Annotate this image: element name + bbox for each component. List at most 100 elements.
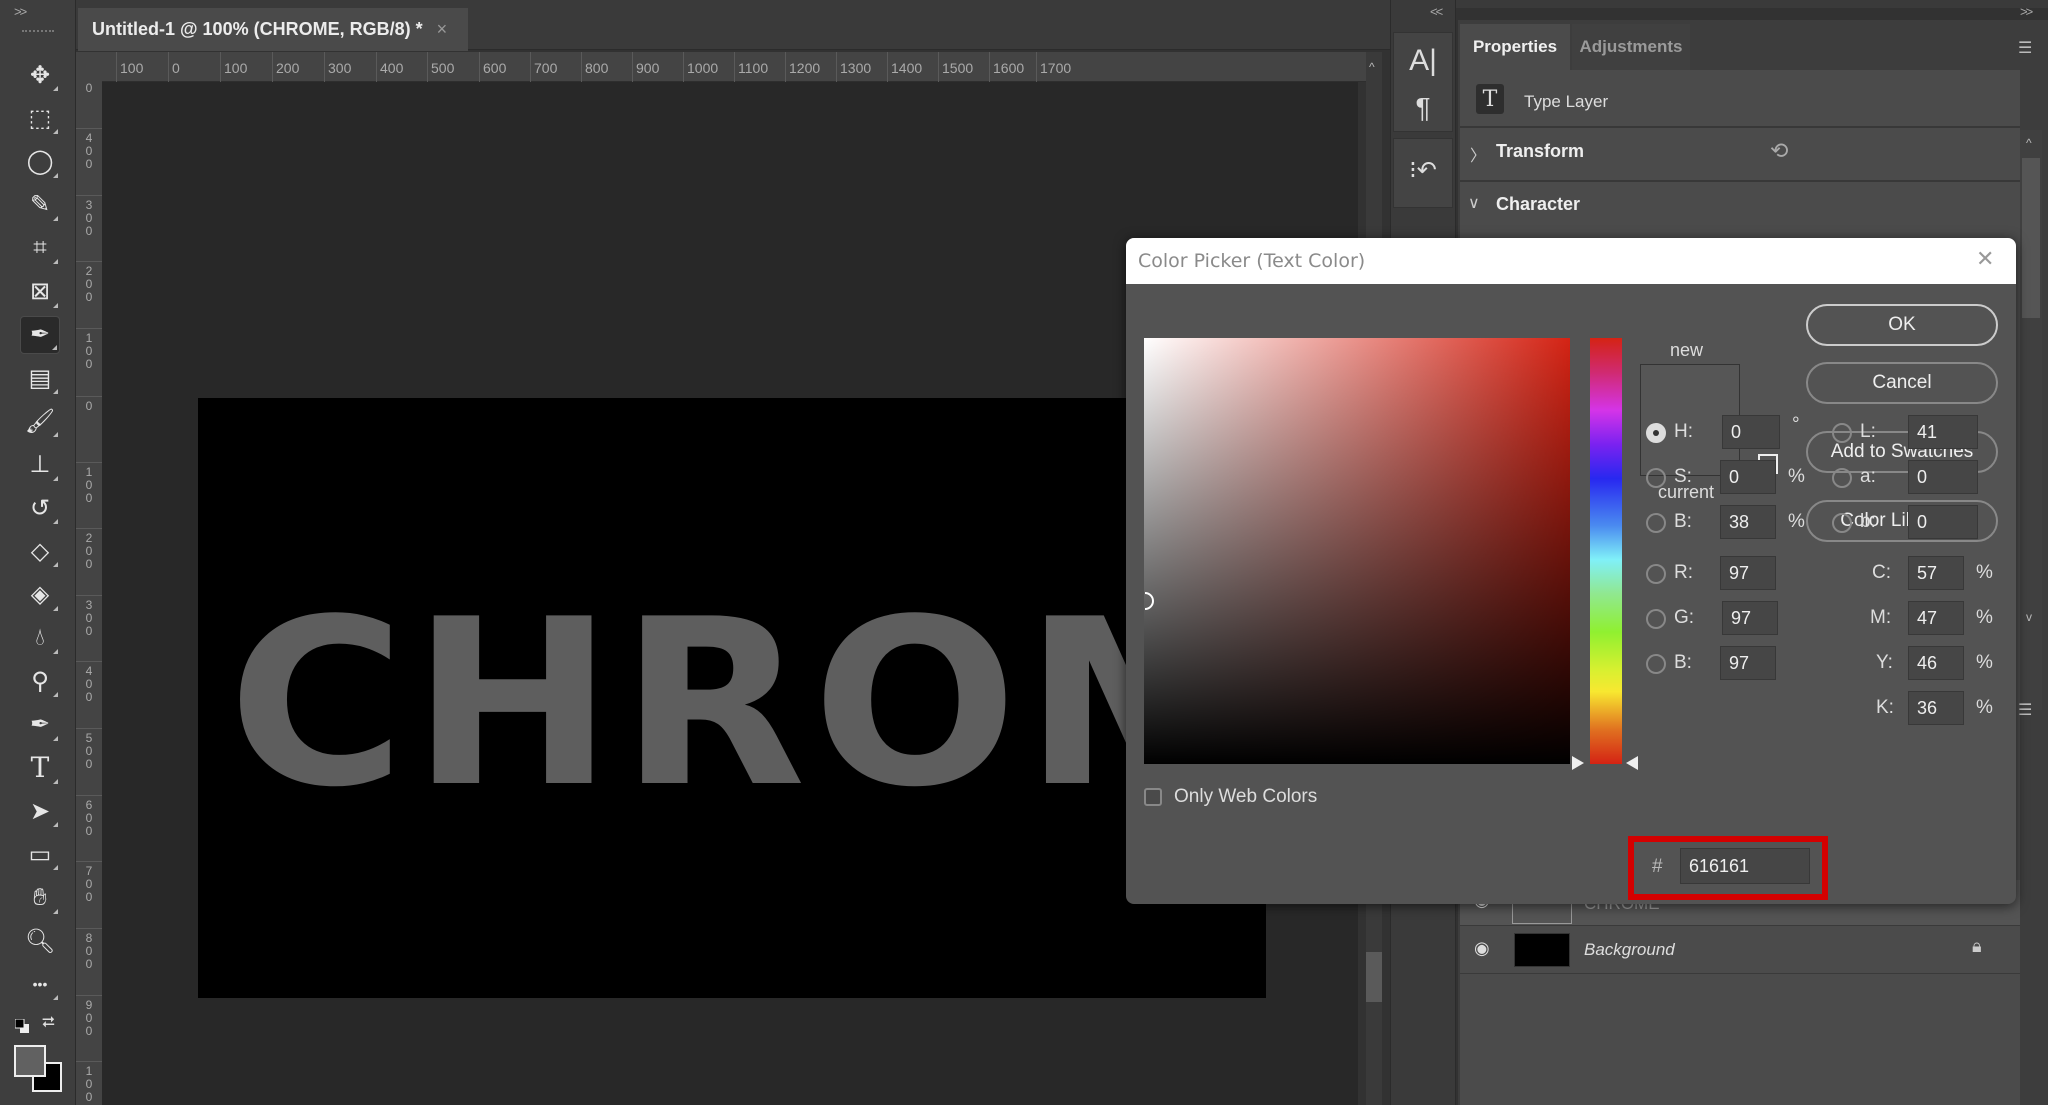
saturation-brightness-field[interactable] [1144,338,1570,764]
tab-properties[interactable]: Properties [1460,24,1570,70]
foreground-color-swatch[interactable] [14,1045,46,1077]
character-panel-icon[interactable]: A| [1408,44,1438,78]
radio-r[interactable] [1646,564,1666,584]
flyout-indicator [53,129,58,135]
radio-g[interactable] [1646,609,1666,629]
color-marker[interactable] [1145,592,1154,610]
scrollbar-thumb[interactable] [1366,952,1382,1002]
ruler-label: 100 [224,60,248,76]
radio-s[interactable] [1646,468,1666,488]
collapse-dock-icon[interactable]: << [1430,4,1443,19]
close-tab-icon[interactable]: × [437,19,448,40]
toolbar-grip[interactable] [22,30,54,34]
chevron-down-icon[interactable]: ∨ [1468,193,1480,213]
chevron-right-icon[interactable]: 〉 [1470,142,1486,166]
hue-slider-handle-left[interactable] [1572,756,1584,770]
tool-rectangle[interactable]: ▭ [20,835,60,873]
transform-section-label[interactable]: Transform [1496,141,1584,162]
paragraph-panel-icon[interactable]: ¶ [1408,92,1438,124]
layers-panel-menu-icon[interactable]: ☰ [2018,700,2032,720]
tab-adjustments[interactable]: Adjustments [1572,24,1690,70]
tool-rotate-view[interactable]: ✋︎ [20,879,60,917]
field-input-s[interactable]: 0 [1720,460,1776,494]
ruler-tick [530,52,531,82]
field-input-h[interactable]: 0 [1722,415,1780,449]
field-input-l[interactable]: 41 [1908,415,1978,449]
radio-a[interactable] [1832,468,1852,488]
tool-clone-stamp[interactable]: ⊥ [20,446,60,484]
lock-icon[interactable]: 🔒︎ [1972,936,1982,957]
panel-menu-icon[interactable]: ☰ [2018,38,2032,58]
radio-b[interactable] [1832,513,1852,533]
ok-button[interactable]: OK [1806,304,1998,346]
tool-eyedropper[interactable]: ✒ [20,315,60,354]
tool-type[interactable]: T [20,749,60,787]
collapse-panel-icon[interactable]: >> [2020,4,2033,19]
field-input-bc[interactable]: 97 [1720,646,1776,680]
tool-path-selection[interactable]: ➤ [20,792,60,830]
flyout-indicator [53,562,58,568]
radio-h[interactable] [1646,423,1666,443]
scroll-up-icon[interactable]: ^ [2026,136,2032,150]
tool-paint-bucket[interactable]: ◈ [20,576,60,614]
tool-move[interactable]: ✥ [20,56,60,94]
tool-rectangular-marquee[interactable]: ⬚ [20,99,60,137]
tool-blur[interactable]: 💧︎ [20,619,60,657]
vertical-ruler[interactable]: 0 400 300 200 100 0 100 200 300 400 500 600 700 800 90… [76,78,102,1105]
flyout-indicator [53,692,58,698]
canvas-type-layer-text[interactable]: CHROM [228,590,1270,820]
field-input-m[interactable]: 47 [1908,601,1964,635]
history-panel-icon[interactable]: ⁝↶ [1408,156,1438,185]
reset-transform-icon[interactable]: ⟲ [1770,138,1788,164]
only-web-colors-checkbox[interactable] [1144,788,1162,806]
hue-slider[interactable] [1590,338,1622,764]
hex-field-highlight [1628,836,1828,900]
scroll-up-icon[interactable]: ^ [1369,60,1375,74]
tool-lasso[interactable]: ◯ [20,143,60,181]
tool-edit-toolbar[interactable]: ••• [20,965,60,1003]
default-colors-icon[interactable] [14,1018,29,1033]
close-icon[interactable]: ✕ [1976,246,1994,272]
radio-l[interactable] [1832,423,1852,443]
field-input-r[interactable]: 97 [1720,556,1776,590]
field-input-a[interactable]: 0 [1908,460,1978,494]
properties-scrollbar[interactable]: ^ v [2020,130,2042,710]
ruler-origin[interactable] [76,52,102,82]
field-input-b[interactable]: 0 [1908,505,1978,539]
tool-spot-healing[interactable]: ▤ [20,359,60,397]
field-input-g[interactable]: 97 [1722,601,1778,635]
path-selection-icon: ➤ [29,797,51,825]
dialog-title-bar[interactable]: Color Picker (Text Color) [1126,238,2016,284]
field-input-k[interactable]: 36 [1908,691,1964,725]
document-tab[interactable]: Untitled-1 @ 100% (CHROME, RGB/8) * × [78,8,468,51]
tool-history-brush[interactable]: ↺ [20,489,60,527]
hue-slider-handle-right[interactable] [1626,756,1638,770]
tool-zoom[interactable]: 🔍︎ [20,922,60,960]
field-input-y[interactable]: 46 [1908,646,1964,680]
radio-bv[interactable] [1646,513,1666,533]
horizontal-ruler[interactable]: 100 0 100 200 300 400 500 600 700 800 900 1000 1100 1… [76,52,1366,82]
tool-crop[interactable]: ⌗ [20,229,60,267]
tool-pen[interactable]: ✒ [20,706,60,744]
tool-dodge[interactable]: ⚲ [20,662,60,700]
scrollbar-thumb[interactable] [2022,158,2040,318]
visibility-eye-icon[interactable]: ◉ [1474,938,1490,959]
tool-brush[interactable]: 🖌︎ [20,402,60,440]
character-section-label[interactable]: Character [1496,194,1580,215]
swap-colors-icon[interactable]: ⮂ [42,1014,55,1032]
tool-eraser[interactable]: ◇ [20,532,60,570]
tool-quick-selection[interactable]: ✎ [20,186,60,224]
frame-icon: ⊠ [29,278,51,305]
cancel-button[interactable]: Cancel [1806,362,1998,404]
ruler-label: 700 [85,864,93,904]
field-input-c[interactable]: 57 [1908,556,1964,590]
only-web-colors-label[interactable]: Only Web Colors [1174,786,1317,808]
layer-name[interactable]: Background [1584,940,1675,960]
paint-bucket-icon: ◈ [30,581,50,609]
collapse-toolbar-icon[interactable]: >> [14,4,27,19]
scroll-down-icon[interactable]: v [2026,610,2032,624]
radio-bc[interactable] [1646,654,1666,674]
ruler-label: 1000 [687,60,719,76]
field-input-bv[interactable]: 38 [1720,505,1776,539]
tool-frame[interactable]: ⊠ [20,273,60,311]
